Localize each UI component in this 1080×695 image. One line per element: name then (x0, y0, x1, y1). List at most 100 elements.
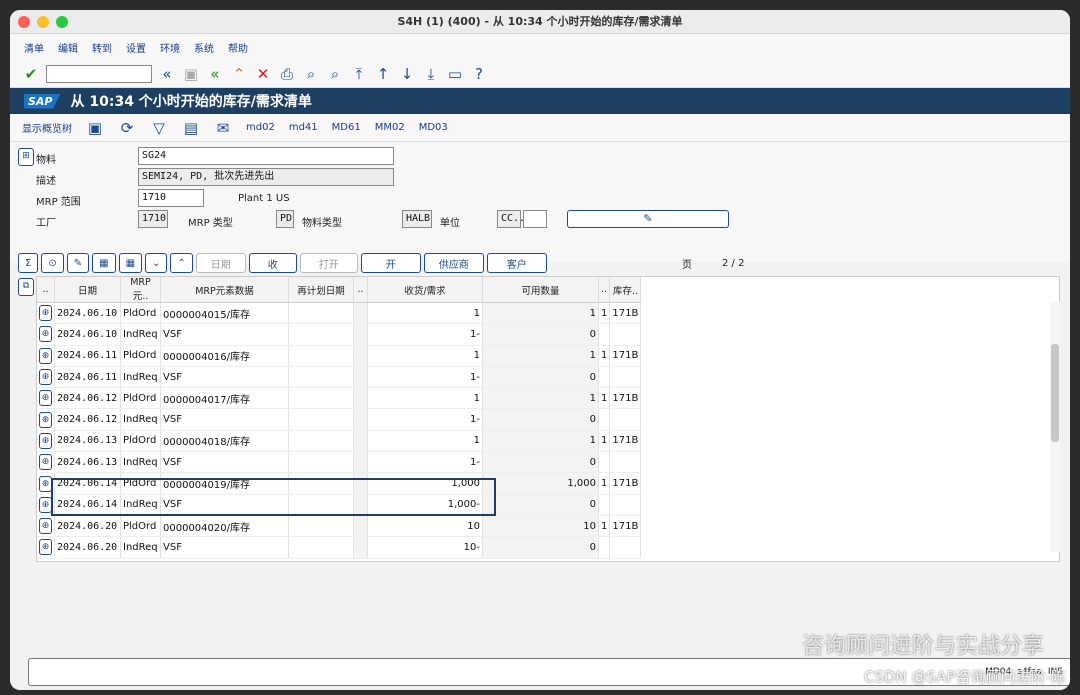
layout-icon[interactable]: ▭ (446, 65, 464, 83)
scroll-thumb[interactable] (1051, 344, 1059, 442)
col-mrp-data[interactable]: MRP元素数据 (160, 277, 289, 303)
unit-extra-field[interactable] (523, 210, 547, 228)
mrp-area-field[interactable]: 1710 (138, 189, 204, 207)
col-reschedule[interactable]: 再计划日期 (288, 277, 354, 303)
sum-button[interactable]: Σ (18, 253, 39, 273)
back-icon[interactable]: « (206, 65, 224, 83)
table-row[interactable]: ⊕ 2024.06.20 IndReq VSF 10- 0 (37, 536, 642, 559)
menu-goto[interactable]: 转到 (92, 40, 112, 55)
cell-zoom[interactable]: ⊕ (37, 472, 55, 495)
expand-all-icon[interactable]: ⌄ (145, 253, 168, 273)
exit-icon[interactable]: ⌃ (230, 65, 248, 83)
menu-environment[interactable]: 环境 (160, 40, 180, 55)
zoom-icon[interactable]: ⊕ (39, 369, 52, 386)
table-row[interactable]: ⊕ 2024.06.14 IndReq VSF 1,000- 0 (37, 494, 642, 516)
zoom-icon[interactable]: ⊕ (39, 432, 52, 449)
zoom-icon[interactable]: ⊕ (39, 539, 52, 556)
col-flag[interactable]: .. (598, 277, 611, 303)
next-page-icon[interactable]: ↓ (398, 65, 416, 83)
command-field[interactable] (46, 64, 152, 83)
copy-icon[interactable]: ⧉ (18, 278, 34, 296)
col-mrp-element[interactable]: MRP 元.. (120, 277, 161, 303)
table-row[interactable]: ⊕ 2024.06.12 PldOrd 0000004017/库存 1 1 1 171B (37, 387, 642, 410)
view-icon[interactable]: ⊙ (41, 253, 64, 273)
cell-zoom[interactable]: ⊕ (37, 387, 55, 410)
show-overview-tree-button[interactable]: 显示概览树 (22, 120, 72, 135)
vertical-scrollbar[interactable] (1050, 302, 1060, 552)
tx-md02-button[interactable]: md02 (246, 122, 275, 133)
tx-mm02-button[interactable]: MM02 (375, 122, 405, 133)
menu-help[interactable]: 帮助 (228, 40, 248, 55)
print-icon[interactable]: ⎙ (278, 65, 296, 83)
date-button[interactable]: 日期 (195, 253, 246, 273)
table-row[interactable]: ⊕ 2024.06.11 IndReq VSF 1- 0 (37, 366, 642, 389)
zoom-icon[interactable]: ⊕ (39, 347, 52, 364)
table-row[interactable]: ⊕ 2024.06.11 PldOrd 0000004016/库存 1 1 1 171B (37, 345, 642, 367)
receipt-button[interactable]: 收 (248, 253, 297, 273)
prev-page-icon[interactable]: ↑ (374, 65, 392, 83)
vendor-button[interactable]: 供应商 (423, 253, 484, 273)
refresh-icon[interactable]: ⟳ (118, 119, 136, 137)
cell-zoom[interactable]: ⊕ (37, 408, 55, 431)
cell-zoom[interactable]: ⊕ (37, 430, 55, 453)
tx-md61-button[interactable]: MD61 (332, 122, 361, 133)
zoom-icon[interactable]: ⊕ (39, 475, 52, 492)
cell-zoom[interactable]: ⊕ (37, 366, 55, 389)
table-row[interactable]: ⊕ 2024.06.14 PldOrd 0000004019/库存 1,000 1,000… (37, 472, 642, 495)
find-icon[interactable]: ⌕ (302, 65, 320, 83)
cell-zoom[interactable]: ⊕ (37, 536, 55, 559)
edit-button[interactable]: ✎ (567, 210, 729, 228)
cell-zoom[interactable]: ⊕ (37, 515, 55, 538)
col-available[interactable]: 可用数量 (482, 277, 599, 303)
group-add-icon[interactable]: ▦ (118, 253, 143, 273)
col-exc[interactable]: .. (353, 277, 368, 303)
horizontal-scrollbar[interactable] (160, 563, 1040, 571)
mail-icon[interactable]: ✉ (214, 119, 232, 137)
table-row[interactable]: ⊕ 2024.06.13 PldOrd 0000004018/库存 1 1 1 171B (37, 430, 642, 453)
col-receipt-req[interactable]: 收货/需求 (367, 277, 483, 303)
save-icon[interactable]: ▣ (182, 65, 200, 83)
material-field[interactable]: SG24 (138, 147, 394, 165)
zoom-icon[interactable]: ⊕ (39, 496, 52, 513)
image-icon[interactable]: ▣ (86, 119, 104, 137)
menu-settings[interactable]: 设置 (126, 40, 146, 55)
col-date[interactable]: 日期 (54, 277, 121, 303)
cell-zoom[interactable]: ⊕ (37, 451, 55, 474)
double-left-icon[interactable]: « (158, 65, 176, 83)
close-window-button[interactable] (18, 16, 30, 28)
group-icon[interactable]: ▦ (92, 253, 116, 273)
find-next-icon[interactable]: ⌕ (326, 65, 344, 83)
customer-button[interactable]: 客户 (486, 253, 547, 273)
cancel-icon[interactable]: ✕ (254, 65, 272, 83)
open-button[interactable]: 打开 (299, 253, 358, 273)
cell-zoom[interactable]: ⊕ (37, 302, 55, 325)
maximize-window-button[interactable] (56, 16, 68, 28)
cell-zoom[interactable]: ⊕ (37, 494, 55, 516)
zoom-icon[interactable]: ⊕ (39, 326, 52, 343)
first-page-icon[interactable]: ⤒ (350, 65, 368, 83)
menu-list[interactable]: 清单 (24, 40, 44, 55)
menu-edit[interactable]: 编辑 (58, 40, 78, 55)
cell-zoom[interactable]: ⊕ (37, 345, 55, 367)
zoom-icon[interactable]: ⊕ (39, 390, 52, 407)
zoom-icon[interactable]: ⊕ (39, 454, 52, 471)
zoom-icon[interactable]: ⊕ (39, 411, 52, 428)
help-icon[interactable]: ? (470, 65, 488, 83)
table-row[interactable]: ⊕ 2024.06.13 IndReq VSF 1- 0 (37, 451, 642, 474)
tx-md03-button[interactable]: MD03 (419, 122, 448, 133)
last-page-icon[interactable]: ⤓ (422, 65, 440, 83)
filter-icon[interactable]: ▽ (150, 119, 168, 137)
table-row[interactable]: ⊕ 2024.06.10 PldOrd 0000004015/库存 1 1 1 171B (37, 302, 642, 325)
table-row[interactable]: ⊕ 2024.06.12 IndReq VSF 1- 0 (37, 408, 642, 431)
pencil-icon[interactable]: ✎ (66, 253, 90, 273)
table-row[interactable]: ⊕ 2024.06.10 IndReq VSF 1- 0 (37, 323, 642, 346)
details-icon[interactable]: ▤ (182, 119, 200, 137)
cell-zoom[interactable]: ⊕ (37, 323, 55, 346)
menu-system[interactable]: 系统 (194, 40, 214, 55)
open2-button[interactable]: 开 (360, 253, 421, 273)
zoom-icon[interactable]: ⊕ (39, 518, 52, 535)
tx-md41-button[interactable]: md41 (289, 122, 318, 133)
collapse-all-icon[interactable]: ⌃ (170, 253, 193, 273)
col-storage[interactable]: 库存.. (609, 277, 642, 303)
table-row[interactable]: ⊕ 2024.06.20 PldOrd 0000004020/库存 10 10 1 171B (37, 515, 642, 538)
